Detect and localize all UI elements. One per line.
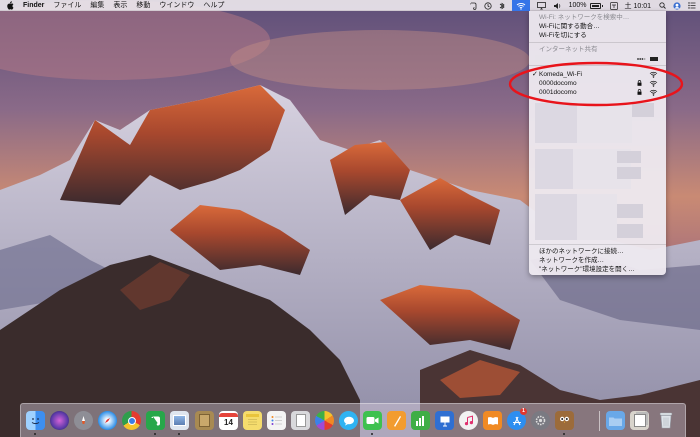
- music-icon[interactable]: [459, 411, 478, 430]
- redacted-block: [535, 103, 577, 143]
- wifi-diagnostics-item[interactable]: Wi-Fiに関する動合…: [539, 22, 660, 31]
- redacted-block: [617, 204, 643, 218]
- battery-percent[interactable]: 100%: [569, 0, 587, 11]
- calendar-date: 14: [224, 417, 233, 427]
- notefile-icon[interactable]: [195, 411, 214, 430]
- dock-divider: [599, 411, 600, 431]
- photos-icon[interactable]: [315, 411, 334, 430]
- hotspot-section-header: インターネット共有: [539, 46, 598, 53]
- evernote-status-icon[interactable]: [469, 0, 477, 11]
- redacted-block: [617, 224, 643, 238]
- open-network-preferences-item[interactable]: "ネットワーク"環境設定を開く…: [539, 265, 660, 274]
- menu-view[interactable]: 表示: [113, 0, 127, 11]
- bluetooth-status-icon[interactable]: [499, 0, 505, 11]
- running-indicator: [371, 433, 373, 435]
- time-machine-status-icon[interactable]: [484, 0, 492, 11]
- input-method-icon[interactable]: [609, 0, 618, 11]
- redacted-block: [535, 149, 573, 189]
- running-indicator: [34, 433, 36, 435]
- finder-icon[interactable]: [26, 411, 45, 430]
- redacted-block: [617, 151, 641, 163]
- notes-icon[interactable]: [243, 411, 262, 430]
- running-indicator: [178, 433, 180, 435]
- messages-icon[interactable]: [339, 411, 358, 430]
- menu-separator: [529, 244, 666, 245]
- chrome-icon[interactable]: [122, 411, 141, 430]
- books-icon[interactable]: [483, 411, 502, 430]
- evernote-icon[interactable]: [146, 411, 165, 430]
- redacted-block: [535, 194, 577, 240]
- preview-icon[interactable]: [170, 411, 189, 430]
- numbers-icon[interactable]: [411, 411, 430, 430]
- create-network-item[interactable]: ネットワークを作成…: [539, 256, 660, 265]
- menu-bar: Finder ファイル 編集 表示 移動 ウインドウ ヘルプ 100% 土 10…: [0, 0, 700, 11]
- wifi-status-icon[interactable]: [511, 0, 530, 11]
- document-icon[interactable]: [291, 411, 310, 430]
- volume-icon[interactable]: [553, 0, 562, 11]
- dock: 14 1: [20, 403, 686, 437]
- status-area: 100% 土 10:01: [462, 0, 696, 11]
- keynote-icon[interactable]: [435, 411, 454, 430]
- app-store-icon[interactable]: 1: [507, 408, 527, 430]
- redacted-block: [577, 103, 632, 143]
- cellular-signal-icon: [637, 57, 646, 60]
- redacted-block: [617, 167, 641, 179]
- red-annotation-circle: [508, 61, 684, 107]
- facetime-icon[interactable]: [363, 411, 382, 430]
- system-preferences-icon[interactable]: [531, 411, 550, 430]
- apple-menu-icon[interactable]: [6, 0, 15, 10]
- downloads-folder-icon[interactable]: [606, 411, 625, 430]
- menu-file[interactable]: ファイル: [53, 0, 81, 11]
- wifi-status-text: Wi-Fi: ネットワークを検索中…: [539, 14, 630, 21]
- user-avatar[interactable]: [673, 0, 681, 11]
- siri-icon[interactable]: [50, 411, 69, 430]
- app-menu-finder[interactable]: Finder: [23, 0, 44, 11]
- spotlight-icon[interactable]: [659, 0, 666, 11]
- menubar-clock[interactable]: 土 10:01: [625, 0, 651, 11]
- join-other-network-item[interactable]: ほかのネットワークに接続…: [539, 247, 660, 256]
- menu-separator: [529, 42, 666, 43]
- hotspot-battery-icon: [650, 56, 658, 61]
- wifi-dropdown-menu: Wi-Fi: ネットワークを検索中… Wi-Fiに関する動合… Wi-Fiを切に…: [529, 11, 666, 275]
- reminders-icon[interactable]: [267, 411, 286, 430]
- safari-icon[interactable]: [98, 411, 117, 430]
- launchpad-icon[interactable]: [74, 411, 93, 430]
- menu-go[interactable]: 移動: [136, 0, 150, 11]
- pages-icon[interactable]: [387, 411, 406, 430]
- calendar-icon[interactable]: 14: [219, 411, 238, 430]
- running-indicator: [154, 433, 156, 435]
- battery-icon: [589, 2, 603, 9]
- files-stack-icon[interactable]: [630, 411, 649, 430]
- menu-window[interactable]: ウインドウ: [159, 0, 194, 11]
- app-store-badge: 1: [520, 408, 527, 415]
- redacted-block: [577, 194, 617, 240]
- notification-center-icon[interactable]: [688, 0, 696, 11]
- running-indicator: [563, 433, 565, 435]
- airplay-display-icon[interactable]: [536, 0, 546, 11]
- menu-help[interactable]: ヘルプ: [203, 0, 224, 11]
- menu-edit[interactable]: 編集: [90, 0, 104, 11]
- trash-icon[interactable]: [656, 411, 675, 430]
- owl-app-icon[interactable]: [555, 411, 574, 430]
- wifi-turn-off-item[interactable]: Wi-Fiを切にする: [539, 31, 660, 40]
